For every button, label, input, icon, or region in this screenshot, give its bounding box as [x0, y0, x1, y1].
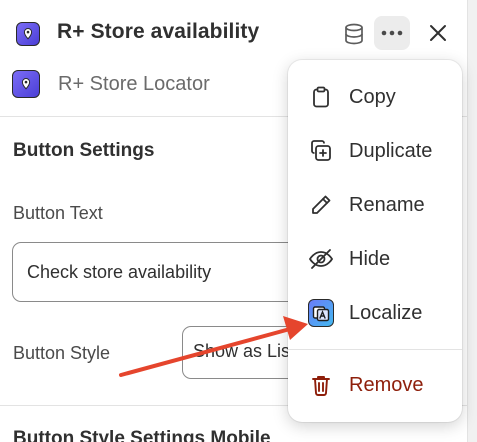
- menu-item-label: Rename: [349, 194, 425, 216]
- menu-item-label: Hide: [349, 248, 391, 270]
- button-style-settings-mobile-heading: Button Style Settings Mobile: [13, 428, 271, 442]
- duplicate-icon: [308, 138, 334, 164]
- button-text-label: Button Text: [13, 203, 103, 223]
- menu-item-label: Duplicate: [349, 140, 433, 162]
- menu-item-label: Localize: [349, 302, 423, 324]
- button-settings-heading: Button Settings: [13, 140, 155, 161]
- trash-icon: [308, 372, 334, 398]
- app-name: R+ Store Locator: [58, 73, 210, 95]
- scrollbar-track[interactable]: [468, 0, 477, 442]
- button-style-value: Show as List: [193, 341, 296, 361]
- close-button[interactable]: [423, 18, 453, 48]
- database-icon[interactable]: [340, 20, 368, 48]
- ellipsis-icon: [381, 30, 403, 36]
- app-source-row: R+ Store Locator: [12, 68, 312, 102]
- menu-divider: [288, 349, 462, 350]
- button-text-input[interactable]: [12, 242, 312, 302]
- more-actions-button[interactable]: [374, 16, 410, 50]
- panel-header: R+ Store availability: [0, 0, 468, 66]
- menu-item-duplicate[interactable]: Duplicate: [288, 129, 462, 173]
- menu-item-label: Copy: [349, 86, 396, 108]
- store-locator-app-icon: [12, 70, 40, 98]
- eye-slash-icon: [308, 246, 334, 272]
- menu-item-hide[interactable]: Hide: [288, 237, 462, 281]
- localize-icon: [308, 299, 334, 327]
- pencil-icon: [308, 192, 334, 218]
- menu-item-rename[interactable]: Rename: [288, 183, 462, 227]
- menu-item-label: Remove: [349, 374, 424, 396]
- menu-item-remove[interactable]: Remove: [288, 363, 462, 407]
- more-actions-menu: Copy Duplicate Rename Hide Localize Remo: [288, 60, 462, 422]
- button-style-label: Button Style: [13, 343, 111, 363]
- menu-item-localize[interactable]: Localize: [288, 291, 462, 335]
- store-locator-app-icon: [16, 22, 40, 46]
- menu-item-copy[interactable]: Copy: [288, 75, 462, 119]
- clipboard-icon: [308, 84, 334, 110]
- panel-title: R+ Store availability: [57, 20, 260, 43]
- close-icon: [430, 25, 446, 41]
